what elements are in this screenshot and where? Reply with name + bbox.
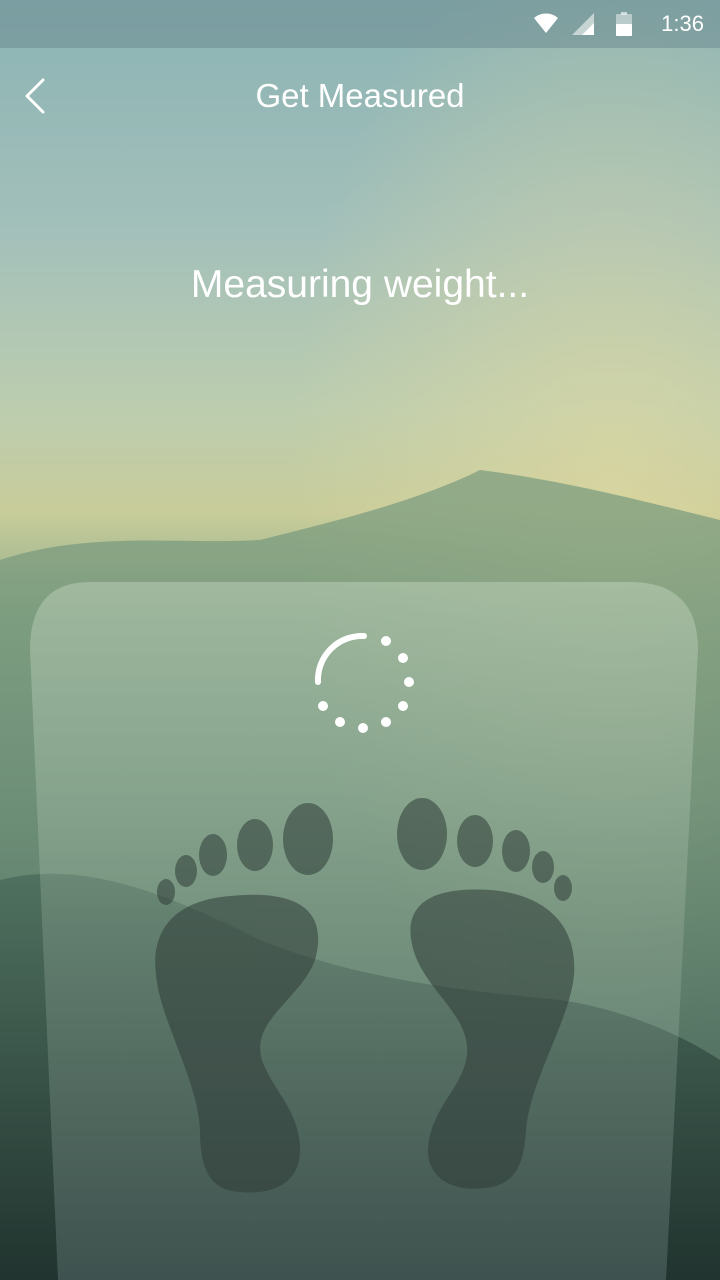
footprints-illustration [155,798,575,1193]
left-foot-icon [155,803,333,1193]
right-foot-icon [397,798,575,1189]
